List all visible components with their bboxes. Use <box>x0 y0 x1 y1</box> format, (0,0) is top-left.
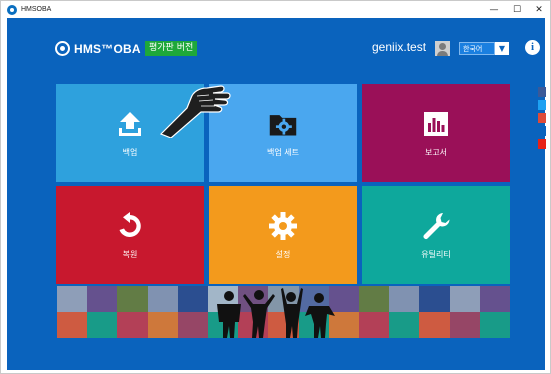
logo-mark-icon <box>55 41 70 56</box>
app-window: HMSOBA — ☐ ✕ HMS™OBA 평가판 버전 geniix.test … <box>0 0 551 374</box>
banner-cell <box>177 312 208 338</box>
banner-cell <box>117 312 148 338</box>
banner-cell <box>419 312 450 338</box>
banner-cell <box>389 286 420 312</box>
banner-cell <box>147 286 178 312</box>
banner-cell <box>87 286 118 312</box>
banner-cell <box>449 286 480 312</box>
chevron-down-icon[interactable]: ▼ <box>495 42 509 55</box>
tile-utility[interactable]: 유틸리티 <box>362 186 510 284</box>
app-logo-icon <box>7 4 17 15</box>
tile-settings[interactable]: 설정 <box>209 186 357 284</box>
hand-pointer-icon <box>157 78 237 142</box>
info-button[interactable]: i <box>525 40 540 55</box>
bar-chart-icon <box>421 109 451 139</box>
youtube-icon[interactable] <box>538 139 546 149</box>
people-silhouette-icon <box>217 288 335 338</box>
banner-cell <box>87 312 118 338</box>
tile-report[interactable]: 보고서 <box>362 84 510 182</box>
tile-label: 설정 <box>275 249 291 259</box>
banner-cell <box>479 286 510 312</box>
banner-cell <box>359 286 390 312</box>
language-value[interactable]: 한국어 <box>459 42 495 55</box>
trial-badge: 평가판 버전 <box>145 41 198 56</box>
tile-label: 보고서 <box>424 147 448 157</box>
brand-name: HMS™OBA <box>74 41 141 56</box>
restore-arrow-icon <box>115 211 145 241</box>
username[interactable]: geniix.test <box>372 40 426 54</box>
tile-label: 유틸리티 <box>421 249 451 259</box>
upload-icon <box>115 109 145 139</box>
tile-label: 복원 <box>122 249 138 259</box>
avatar[interactable] <box>435 41 450 56</box>
twitter-icon[interactable] <box>538 100 546 110</box>
title-bar: HMSOBA — ☐ ✕ <box>1 1 550 18</box>
banner-cell <box>57 312 88 338</box>
banner-cell <box>117 286 148 312</box>
tile-label: 백업 세트 <box>267 147 299 157</box>
wrench-icon <box>421 211 451 241</box>
facebook-icon[interactable] <box>538 87 546 97</box>
window-title: HMSOBA <box>21 6 52 13</box>
gear-icon <box>268 211 298 241</box>
banner-cell <box>419 286 450 312</box>
banner-cell <box>147 312 178 338</box>
bottom-banner <box>57 286 510 338</box>
tile-label: 백업 <box>122 147 138 157</box>
main-panel: HMS™OBA 평가판 버전 geniix.test 한국어 ▼ i 백업 백업… <box>7 18 545 370</box>
banner-cell <box>479 312 510 338</box>
close-button[interactable]: ✕ <box>526 1 551 18</box>
banner-cell <box>177 286 208 312</box>
hmsoba-logo: HMS™OBA <box>55 41 141 56</box>
linkedin-icon[interactable] <box>538 126 546 136</box>
tile-restore[interactable]: 복원 <box>56 186 204 284</box>
google-plus-icon[interactable] <box>538 113 546 123</box>
folder-gear-icon <box>268 109 298 139</box>
language-select[interactable]: 한국어 ▼ <box>459 42 509 55</box>
banner-cell <box>359 312 390 338</box>
banner-cell <box>449 312 480 338</box>
banner-cell <box>57 286 88 312</box>
banner-cell <box>389 312 420 338</box>
